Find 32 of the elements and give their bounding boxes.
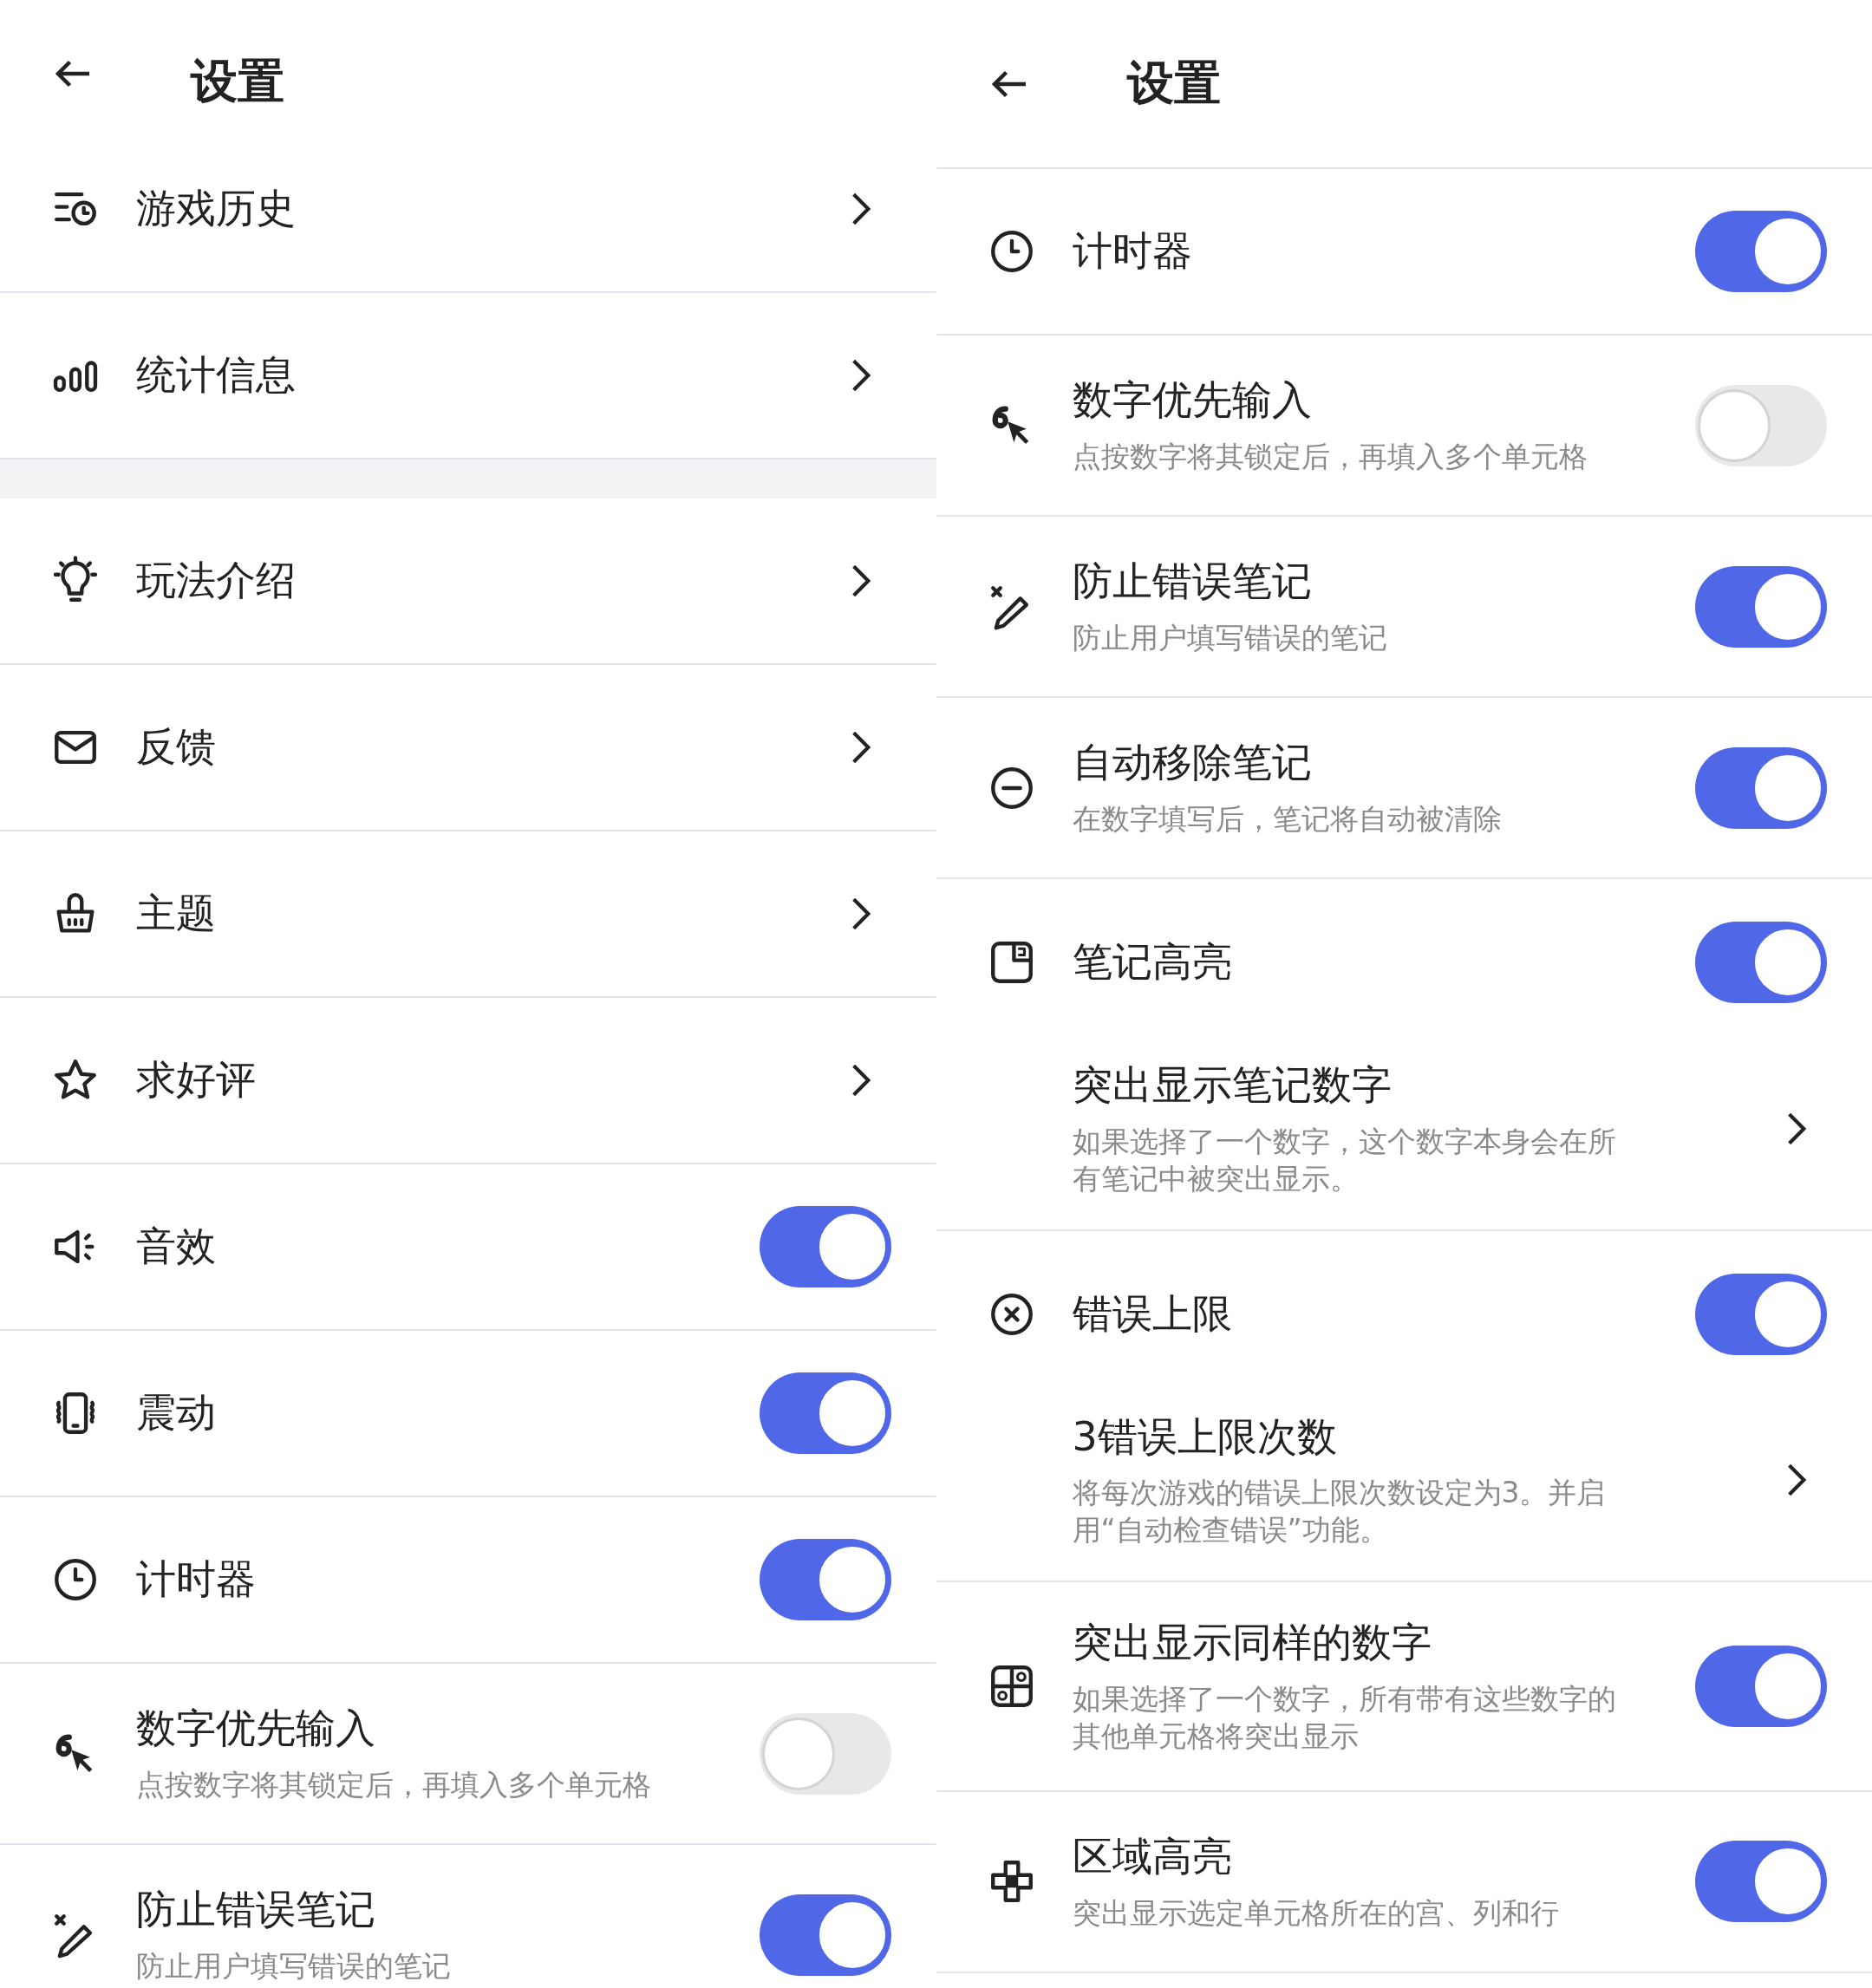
setting-label: 主题 (136, 889, 217, 939)
setting-label: 自动移除笔记 (1072, 738, 1313, 788)
setting-label: 突出显示笔记数字 (1072, 1060, 1393, 1110)
setting-description: 在数字填写后，笔记将自动被清除 (1072, 800, 1503, 838)
setting-description: 点按数字将其锁定后，再填入多个单元格 (1072, 438, 1588, 475)
setting-label: 反馈 (136, 722, 217, 772)
setting-description: 突出显示选定单元格所在的宫、列和行 (1072, 1894, 1560, 1932)
setting-description: 防止用户填写错误的笔记 (1072, 619, 1388, 656)
setting-label: 计时器 (1072, 226, 1193, 277)
setting-description: 防止用户填写错误的笔记 (136, 1947, 452, 1985)
setting-description: 点按数字将其锁定后，再填入多个单元格 (136, 1766, 652, 1803)
setting-label: 防止错误笔记 (136, 1885, 376, 1935)
setting-label: 震动 (136, 1388, 217, 1438)
setting-label: 音效 (136, 1222, 217, 1272)
setting-label: 数字优先输入 (1072, 375, 1313, 426)
setting-label: 求好评 (136, 1055, 257, 1105)
setting-label: 笔记高亮 (1072, 937, 1233, 987)
screen-title: 设置 (191, 53, 284, 110)
setting-description: 如果选择了一个数字，所有带有这些数字的其他单元格将突出显示 (1072, 1680, 1617, 1755)
setting-label: 统计信息 (136, 350, 297, 401)
screen-title: 设置 (1126, 55, 1221, 112)
setting-label: 突出显示同样的数字 (1072, 1618, 1432, 1668)
setting-label: 防止错误笔记 (1072, 557, 1313, 607)
setting-description: 将每次游戏的错误上限次数设定为3。并启用“自动检查错误”功能。 (1072, 1475, 1607, 1549)
setting-description: 如果选择了一个数字，这个数字本身会在所有笔记中被突出显示。 (1072, 1123, 1617, 1197)
setting-label: 玩法介绍 (136, 556, 297, 606)
setting-label: 数字优先输入 (136, 1704, 376, 1754)
setting-label: 错误上限 (1072, 1288, 1233, 1339)
setting-label: 区域高亮 (1072, 1831, 1233, 1881)
setting-label: 游戏历史 (136, 184, 297, 234)
setting-label: 3错误上限次数 (1072, 1411, 1338, 1462)
setting-label: 计时器 (136, 1555, 257, 1605)
